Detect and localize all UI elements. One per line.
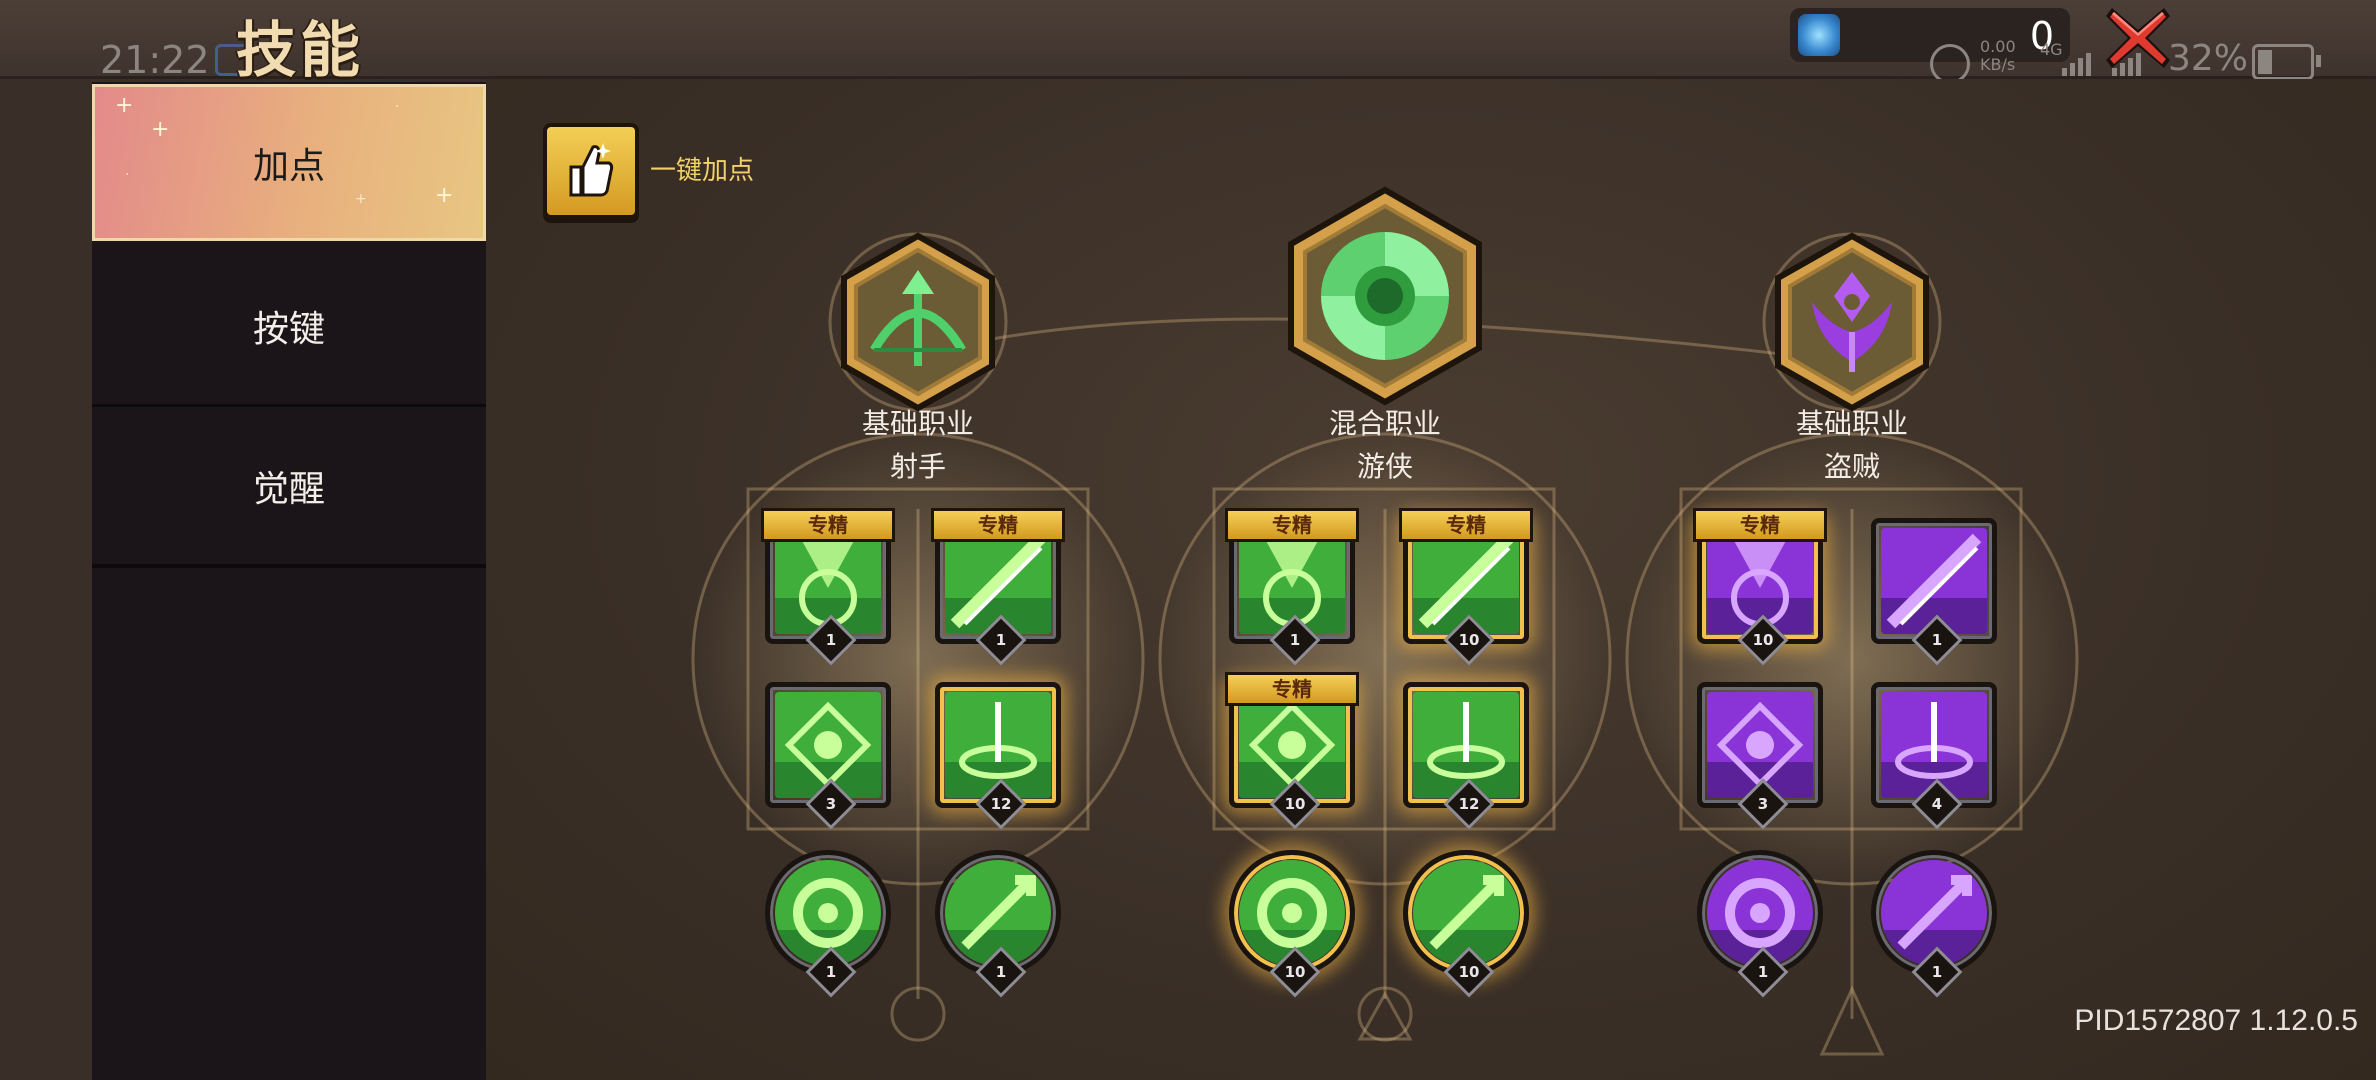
- skill-slot[interactable]: 专精 1: [1225, 508, 1359, 666]
- skill-level-value: 3: [825, 795, 837, 813]
- skill-slot[interactable]: 10: [1403, 850, 1529, 998]
- battery-icon: [2252, 44, 2321, 80]
- skill-slot[interactable]: 专精 1: [761, 508, 895, 666]
- skill-level-value: 12: [1458, 795, 1480, 813]
- class-name-label: 游侠: [1356, 450, 1413, 483]
- sidebar-item-keys[interactable]: 按键: [92, 247, 486, 408]
- class-name-label: 射手: [889, 450, 946, 483]
- sidebar-item-label: 觉醒: [252, 468, 325, 510]
- close-button[interactable]: [2102, 2, 2174, 74]
- skill-level-value: 10: [1752, 631, 1774, 649]
- sidebar-item-awaken[interactable]: 觉醒: [92, 407, 486, 568]
- sparkle-icon: +: [435, 183, 454, 208]
- sparkle-icon: ·: [395, 99, 400, 115]
- class-type-label: 基础职业: [861, 407, 974, 440]
- skill-level-value: 10: [1458, 631, 1480, 649]
- skill-level-value: 1: [825, 963, 837, 981]
- bow-icon: [828, 232, 1008, 412]
- skill-slot[interactable]: 1: [1871, 850, 1997, 998]
- skill-level-value: 3: [1757, 795, 1769, 813]
- skill-level-value: 1: [1931, 631, 1943, 649]
- skill-level-value: 1: [995, 631, 1007, 649]
- sidebar-item-label: 按键: [252, 308, 325, 350]
- rogue-class-emblem[interactable]: [1762, 232, 1942, 412]
- skill-slot[interactable]: 1: [1871, 518, 1997, 666]
- status-time: 21:22: [100, 38, 210, 82]
- specialization-badge: 专精: [1693, 508, 1827, 542]
- green-vortex-icon: [1288, 186, 1482, 406]
- skill-level-value: 1: [1757, 963, 1769, 981]
- network-speed: 0.00 KB/s: [1980, 37, 2016, 74]
- specialization-badge: 专精: [1225, 672, 1359, 706]
- skill-slot[interactable]: 1: [935, 850, 1061, 998]
- skill-slot[interactable]: 专精 1: [931, 508, 1065, 666]
- specialization-badge: 专精: [1399, 508, 1533, 542]
- thumbs-up-icon: [569, 143, 614, 197]
- alarm-icon: [1930, 44, 1970, 84]
- close-icon: [2106, 8, 2170, 68]
- skill-slot[interactable]: 4: [1871, 682, 1997, 830]
- battery-percent: 32%: [2168, 38, 2249, 79]
- sidebar-item-allocate[interactable]: 加点 + + · + + ·: [92, 84, 486, 241]
- sparkle-icon: +: [355, 191, 367, 207]
- skill-level-value: 12: [990, 795, 1012, 813]
- skill-level-value: 1: [1931, 963, 1943, 981]
- top-bar: 21:22 技能 0 0.00 KB/s 4G 32%: [0, 0, 2376, 86]
- skill-slot[interactable]: 3: [765, 682, 891, 830]
- signal-icon: [2062, 53, 2091, 76]
- class-type-label: 混合职业: [1328, 407, 1441, 440]
- sidebar: 加点 + + · + + · 按键 觉醒: [92, 82, 486, 1080]
- skill-slot[interactable]: 12: [1403, 682, 1529, 830]
- skill-slot[interactable]: 专精 10: [1693, 508, 1827, 666]
- skill-level-value: 10: [1458, 963, 1480, 981]
- specialization-badge: 专精: [1225, 508, 1359, 542]
- player-id-version: PID1572807 1.12.0.5: [2074, 1004, 2358, 1037]
- specialization-badge: 专精: [931, 508, 1065, 542]
- sparkle-icon: ·: [125, 167, 130, 183]
- sidebar-item-label: 加点: [252, 145, 325, 187]
- class-type-label: 基础职业: [1795, 407, 1908, 440]
- skill-slot[interactable]: 10: [1229, 850, 1355, 998]
- sparkle-icon: +: [115, 93, 134, 118]
- specialization-badge: 专精: [761, 508, 895, 542]
- skill-level-value: 1: [995, 963, 1007, 981]
- auto-allocate-label: 一键加点: [650, 156, 755, 186]
- skill-level-value: 1: [1289, 631, 1301, 649]
- sparkle-icon: +: [151, 117, 170, 142]
- ranger-class-emblem[interactable]: [1275, 186, 1495, 406]
- skill-slot[interactable]: 12: [935, 682, 1061, 830]
- page-title: 技能: [236, 16, 364, 86]
- skill-level-value: 10: [1284, 963, 1306, 981]
- skill-level-value: 4: [1931, 795, 1943, 813]
- skill-level-value: 1: [825, 631, 837, 649]
- skill-level-value: 10: [1284, 795, 1306, 813]
- swirl-gem-icon: [1798, 14, 1840, 56]
- class-name-label: 盗贼: [1823, 450, 1880, 483]
- skill-slot[interactable]: 3: [1697, 682, 1823, 830]
- skill-slot[interactable]: 专精 10: [1225, 672, 1359, 830]
- skill-slot[interactable]: 专精 10: [1399, 508, 1533, 666]
- skill-slot[interactable]: 1: [765, 850, 891, 998]
- archer-class-emblem[interactable]: [828, 232, 1008, 412]
- auto-allocate-button[interactable]: [543, 123, 639, 219]
- purple-lotus-icon: [1762, 232, 1942, 412]
- skill-slot[interactable]: 1: [1697, 850, 1823, 998]
